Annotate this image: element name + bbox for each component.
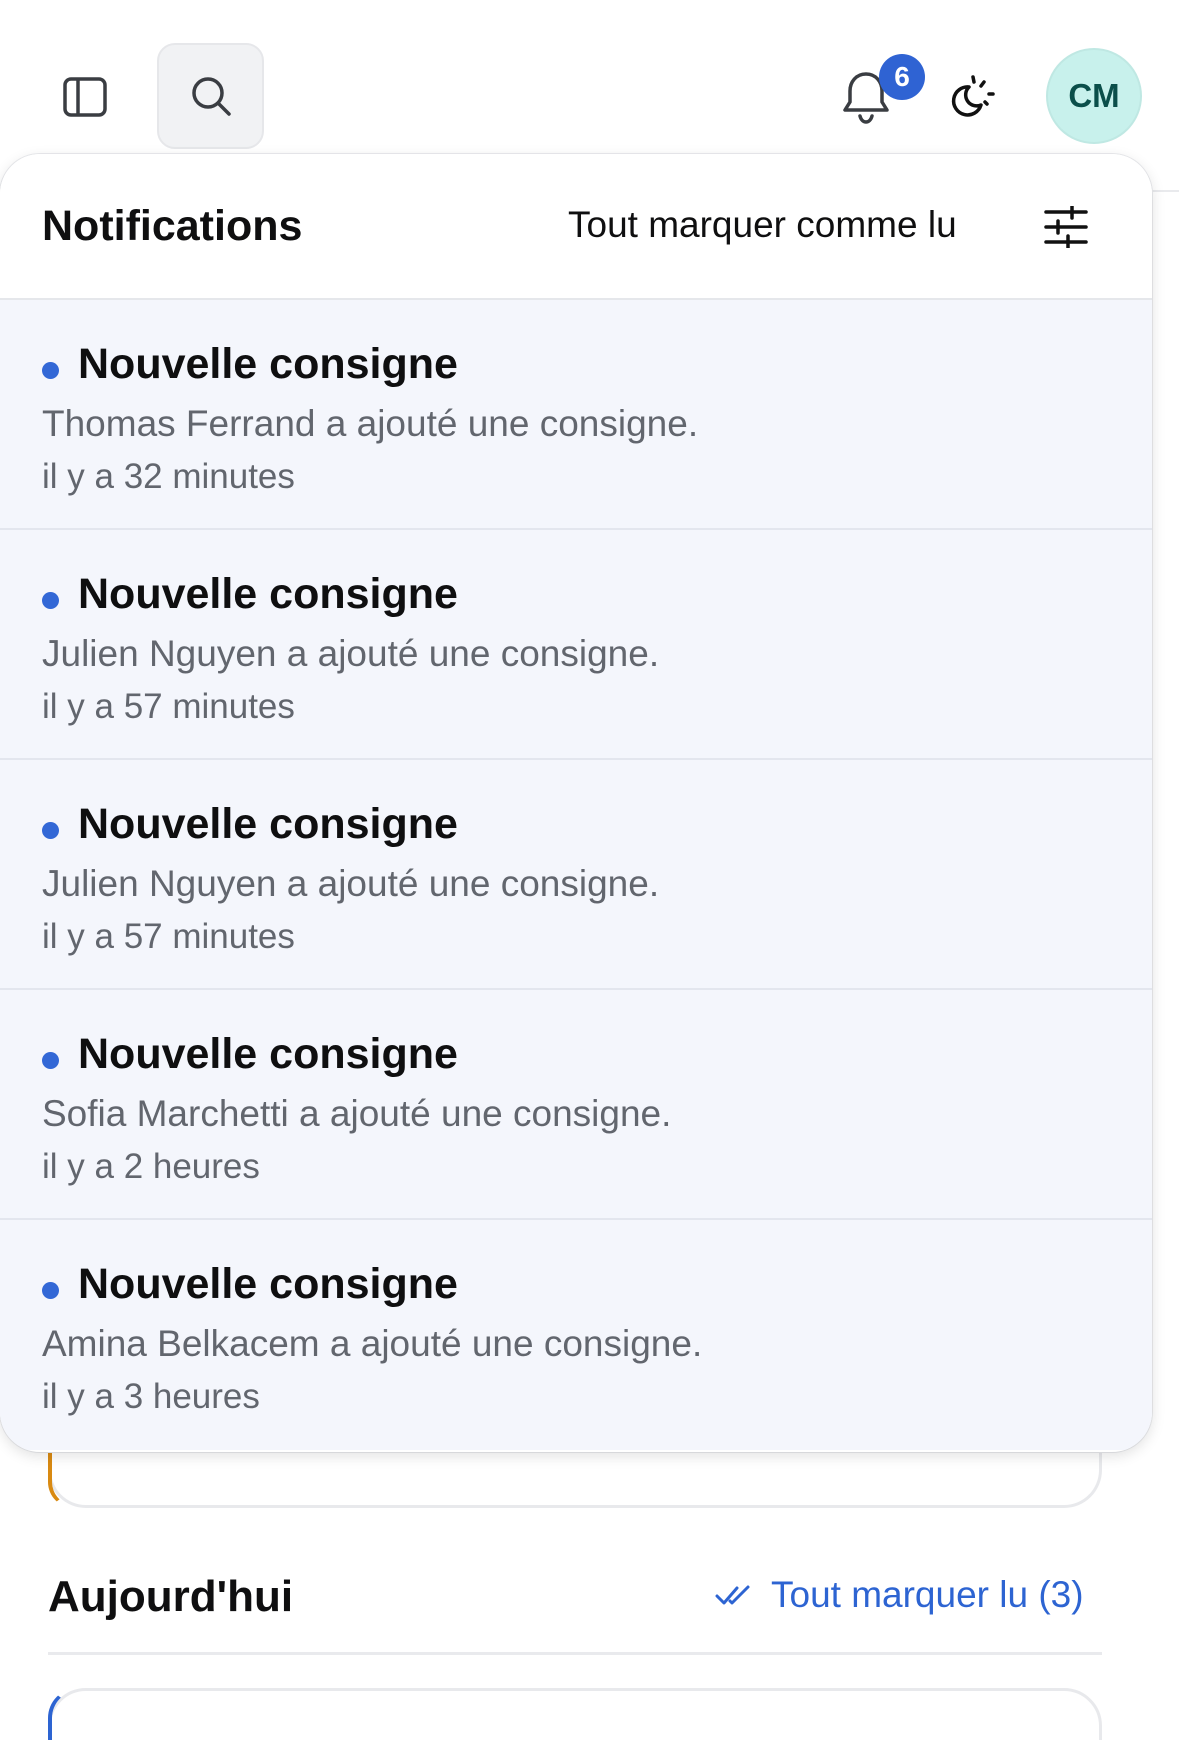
notification-item[interactable]: Nouvelle consigne Sofia Marchetti a ajou… bbox=[0, 990, 1152, 1220]
notifications-panel-header: Notifications Tout marquer comme lu bbox=[0, 154, 1152, 300]
mark-all-read-button[interactable]: Tout marquer lu (3) bbox=[715, 1574, 1084, 1616]
theme-toggle-button[interactable] bbox=[940, 66, 1002, 128]
notification-title: Nouvelle consigne bbox=[78, 800, 458, 848]
notification-title: Nouvelle consigne bbox=[78, 1260, 458, 1308]
double-check-icon bbox=[715, 1585, 750, 1605]
search-button[interactable] bbox=[157, 43, 264, 149]
search-icon bbox=[191, 77, 231, 116]
sidebar-panel-icon bbox=[63, 77, 107, 117]
notifications-title: Notifications bbox=[42, 202, 303, 250]
sidebar-toggle-button[interactable] bbox=[58, 72, 112, 122]
notification-message: Julien Nguyen a ajouté une consigne. bbox=[42, 863, 660, 904]
notification-message: Sofia Marchetti a ajouté une consigne. bbox=[42, 1093, 672, 1134]
notifications-panel: Notifications Tout marquer comme lu Nouv… bbox=[0, 154, 1152, 1452]
unread-dot bbox=[42, 822, 59, 839]
mark-all-read-label: Tout marquer lu (3) bbox=[771, 1574, 1084, 1615]
notification-time: il y a 32 minutes bbox=[42, 457, 295, 496]
notification-title: Nouvelle consigne bbox=[78, 340, 458, 388]
unread-dot bbox=[42, 592, 59, 609]
notification-item[interactable]: Nouvelle consigne Amina Belkacem a ajout… bbox=[0, 1220, 1152, 1450]
notification-count-badge: 6 bbox=[879, 54, 925, 100]
notifications-bell-button[interactable]: 6 bbox=[825, 54, 925, 136]
notification-item[interactable]: Nouvelle consigne Thomas Ferrand a ajout… bbox=[0, 300, 1152, 530]
notification-settings-button[interactable] bbox=[1042, 204, 1090, 250]
card-accent-bar bbox=[48, 1688, 78, 1740]
unread-dot bbox=[42, 362, 59, 379]
section-divider bbox=[48, 1652, 1102, 1655]
mark-all-as-read-button[interactable]: Tout marquer comme lu bbox=[568, 204, 957, 246]
user-avatar[interactable]: CM bbox=[1046, 48, 1142, 144]
background-card[interactable] bbox=[48, 1688, 1102, 1740]
notification-item[interactable]: Nouvelle consigne Julien Nguyen a ajouté… bbox=[0, 760, 1152, 990]
unread-dot bbox=[42, 1052, 59, 1069]
notification-message: Julien Nguyen a ajouté une consigne. bbox=[42, 633, 660, 674]
moon-sun-icon bbox=[951, 75, 995, 117]
page: 6 CM Aujourd'hui Tout marquer lu (3) Not… bbox=[0, 0, 1179, 1740]
notification-title: Nouvelle consigne bbox=[78, 570, 458, 618]
notification-title: Nouvelle consigne bbox=[78, 1030, 458, 1078]
sliders-icon bbox=[1044, 206, 1088, 248]
notification-message: Amina Belkacem a ajouté une consigne. bbox=[42, 1323, 703, 1364]
notification-item[interactable]: Nouvelle consigne Julien Nguyen a ajouté… bbox=[0, 530, 1152, 760]
notification-time: il y a 57 minutes bbox=[42, 687, 295, 726]
notification-time: il y a 57 minutes bbox=[42, 917, 295, 956]
notification-time: il y a 2 heures bbox=[42, 1147, 260, 1186]
notification-message: Thomas Ferrand a ajouté une consigne. bbox=[42, 403, 699, 444]
notification-time: il y a 3 heures bbox=[42, 1377, 260, 1416]
section-title-today: Aujourd'hui bbox=[48, 1572, 294, 1621]
unread-dot bbox=[42, 1282, 59, 1299]
